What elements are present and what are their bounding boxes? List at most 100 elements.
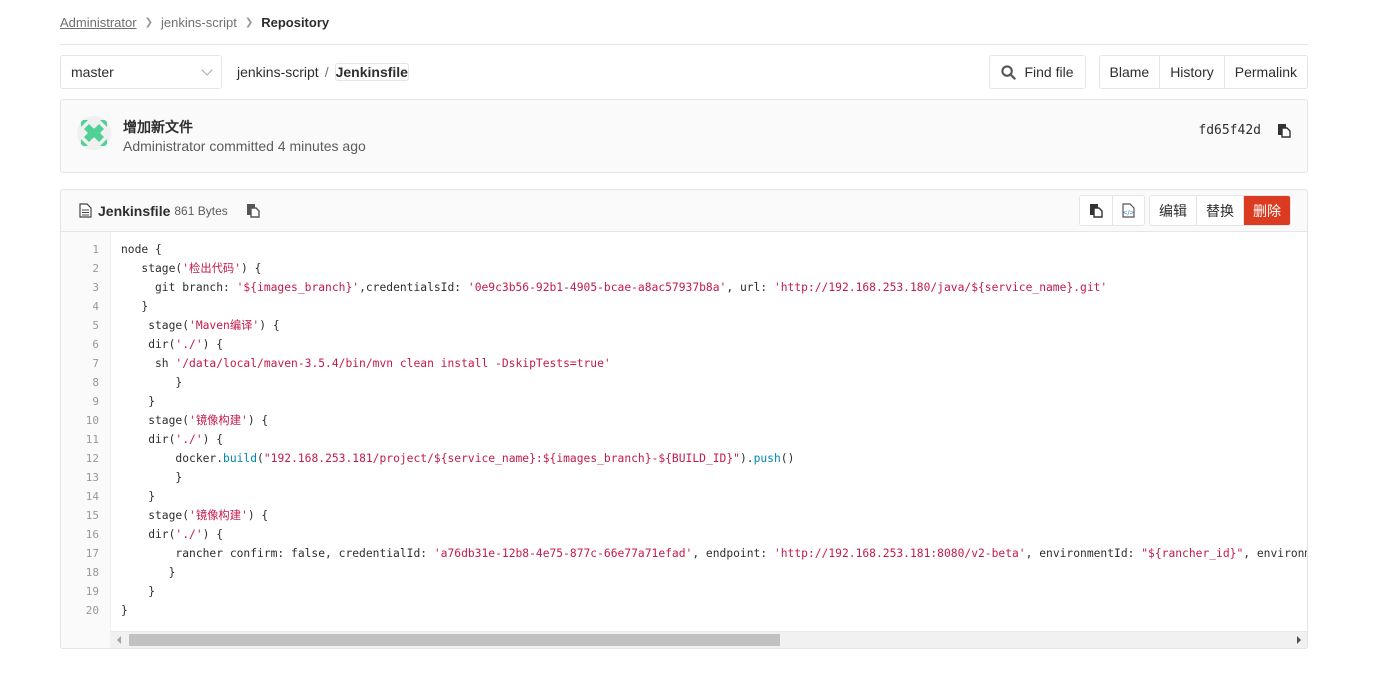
code-line: } (121, 582, 1307, 601)
code-line: sh '/data/local/maven-3.5.4/bin/mvn clea… (121, 354, 1307, 373)
code-line: } (121, 468, 1307, 487)
line-number[interactable]: 6 (61, 335, 110, 354)
file-path: jenkins-script / Jenkinsfile (237, 63, 409, 81)
code-text: ) { (202, 528, 224, 541)
code-text: rancher confirm: false, credentialId: (121, 547, 434, 560)
code-text: ). (739, 452, 754, 465)
line-number[interactable]: 4 (61, 297, 110, 316)
code-text: } (121, 471, 183, 484)
chevron-right-icon: ❯ (144, 16, 153, 28)
breadcrumb-administrator[interactable]: Administrator (60, 15, 137, 30)
breadcrumb: Administrator ❯ jenkins-script ❯ Reposit… (60, 0, 1308, 45)
branch-dropdown[interactable]: master (60, 55, 222, 89)
clipboard-icon (246, 204, 260, 218)
path-file: Jenkinsfile (334, 63, 409, 81)
blame-button[interactable]: Blame (1099, 56, 1161, 88)
breadcrumb-repository[interactable]: Repository (261, 15, 329, 30)
code-text: ) { (259, 319, 280, 332)
avatar[interactable] (77, 116, 111, 150)
delete-button[interactable]: 删除 (1244, 196, 1290, 225)
code-string: "192.168.253.181/project/${service_name}… (263, 452, 740, 465)
code-text: dir( (121, 338, 176, 351)
code-text: } (121, 395, 156, 408)
file-edit-buttons: 编辑 替换 删除 (1149, 195, 1291, 226)
code-string: '0e9c3b56-92b1-4905-bcae-a8ac57937b8a' (467, 281, 727, 294)
find-file-button[interactable]: Find file (989, 55, 1086, 89)
code-text: } (121, 376, 183, 389)
line-number[interactable]: 8 (61, 373, 110, 392)
code-string: '${images_branch}' (236, 281, 360, 294)
search-icon (1001, 64, 1017, 80)
code-text: stage( (121, 319, 190, 332)
code-line: dir('./') { (121, 525, 1307, 544)
horizontal-scrollbar[interactable] (111, 631, 1307, 648)
line-number[interactable]: 17 (61, 544, 110, 563)
code-line: } (121, 373, 1307, 392)
line-number[interactable]: 12 (61, 449, 110, 468)
line-number[interactable]: 7 (61, 354, 110, 373)
line-number[interactable]: 20 (61, 601, 110, 620)
code-string: '/data/local/maven-3.5.4/bin/mvn clean i… (175, 357, 611, 370)
code-string: './' (175, 338, 203, 351)
code-text: } (121, 490, 156, 503)
code-method: push (753, 452, 781, 465)
file-name: Jenkinsfile (98, 202, 171, 219)
line-number[interactable]: 3 (61, 278, 110, 297)
code-string: "${rancher_id}" (1141, 547, 1244, 560)
code-text: ) { (241, 262, 262, 275)
line-number[interactable]: 2 (61, 259, 110, 278)
code-string: 'http://192.168.253.181:8080/v2-beta' (773, 547, 1026, 560)
copy-file-path-button[interactable] (246, 203, 260, 218)
edit-button[interactable]: 编辑 (1150, 196, 1197, 225)
code-text: stage( (121, 262, 183, 275)
code-text: ,credentialsId: (359, 281, 468, 294)
copy-source-button[interactable] (1080, 196, 1113, 225)
code-text: } (121, 604, 128, 617)
permalink-button[interactable]: Permalink (1224, 56, 1307, 88)
scroll-right-icon[interactable] (1297, 636, 1301, 644)
line-number[interactable]: 18 (61, 563, 110, 582)
line-number[interactable]: 16 (61, 525, 110, 544)
line-number[interactable]: 10 (61, 411, 110, 430)
svg-text:</>: </> (1122, 210, 1134, 217)
path-repo[interactable]: jenkins-script (237, 64, 319, 80)
code-text: , environmentId: (1025, 547, 1142, 560)
scrollbar-thumb[interactable] (129, 634, 780, 646)
commit-sha[interactable]: fd65f42d (1198, 123, 1261, 138)
code-line: stage('Maven编译') { (121, 316, 1307, 335)
code-line: } (121, 563, 1307, 582)
copy-sha-button[interactable] (1277, 123, 1291, 141)
code-text: ) { (247, 414, 269, 427)
code-text: stage( (121, 509, 190, 522)
code-string: 'http://192.168.253.180/java/${service_n… (773, 281, 1108, 294)
line-number[interactable]: 11 (61, 430, 110, 449)
line-number[interactable]: 1 (61, 240, 110, 259)
line-number[interactable]: 5 (61, 316, 110, 335)
path-separator: / (324, 64, 329, 80)
code-line: dir('./') { (121, 335, 1307, 354)
code-line: git branch: '${images_branch}',credentia… (121, 278, 1307, 297)
scroll-left-icon[interactable] (117, 636, 121, 644)
file-code-icon: </> (1122, 203, 1135, 218)
raw-file-button[interactable]: </> (1113, 196, 1144, 225)
code-line: } (121, 297, 1307, 316)
code-text: } (121, 300, 149, 313)
code-text: ) { (247, 509, 269, 522)
line-number[interactable]: 9 (61, 392, 110, 411)
line-number[interactable]: 15 (61, 506, 110, 525)
code-line: } (121, 392, 1307, 411)
file-nav: master jenkins-script / Jenkinsfile Find f… (60, 55, 1308, 89)
code-text: node { (121, 243, 162, 256)
commit-title[interactable]: 增加新文件 (123, 117, 193, 137)
replace-button[interactable]: 替换 (1197, 196, 1244, 225)
file-size: 861 Bytes (174, 203, 228, 218)
line-number[interactable]: 19 (61, 582, 110, 601)
line-number[interactable]: 13 (61, 468, 110, 487)
line-numbers: 1 2 3 4 5 6 7 8 9 10 11 12 13 14 15 16 17 18 19 20 (61, 232, 111, 648)
line-number[interactable]: 14 (61, 487, 110, 506)
code-text: ( (257, 452, 264, 465)
history-button[interactable]: History (1160, 56, 1225, 88)
code-text: ) { (202, 433, 224, 446)
chevron-right-icon: ❯ (244, 16, 254, 28)
breadcrumb-project[interactable]: jenkins-script (161, 15, 237, 30)
